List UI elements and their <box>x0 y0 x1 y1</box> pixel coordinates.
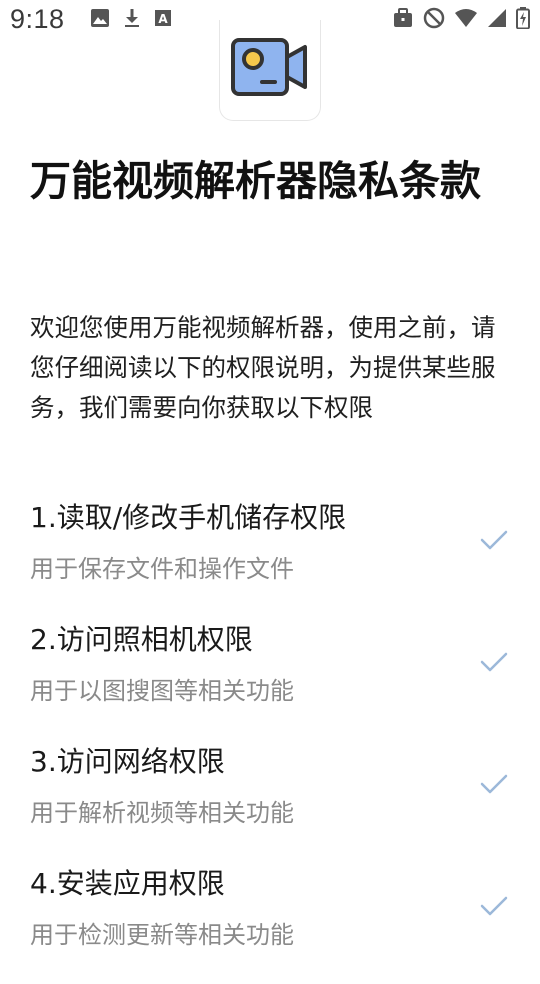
app-logo <box>219 20 321 121</box>
image-icon <box>90 8 110 32</box>
permission-desc: 用于解析视频等相关功能 <box>30 799 294 827</box>
page-title: 万能视频解析器隐私条款 <box>30 157 481 205</box>
video-camera-icon <box>230 35 310 105</box>
battery-icon <box>516 7 530 33</box>
permission-desc: 用于以图搜图等相关功能 <box>30 677 294 705</box>
permission-item-camera: 2.访问照相机权限 用于以图搜图等相关功能 <box>0 618 540 740</box>
permission-item-install: 4.安装应用权限 用于检测更新等相关功能 <box>0 862 540 984</box>
font-icon: A <box>154 9 172 31</box>
status-time: 9:18 <box>10 4 65 34</box>
status-system-icons <box>392 7 530 33</box>
intro-text: 欢迎您使用万能视频解析器，使用之前，请您仔细阅读以下的权限说明，为提供某些服务，… <box>30 313 496 422</box>
svg-text:A: A <box>158 12 168 26</box>
check-icon <box>479 528 509 552</box>
wifi-icon <box>454 8 478 32</box>
no-signal-icon <box>422 7 446 33</box>
permission-desc: 用于保存文件和操作文件 <box>30 555 294 583</box>
permission-item-network: 3.访问网络权限 用于解析视频等相关功能 <box>0 740 540 862</box>
permission-title: 1.读取/修改手机储存权限 <box>30 501 347 534</box>
check-icon <box>479 772 509 796</box>
permission-title: 3.访问网络权限 <box>30 745 225 778</box>
status-notification-icons: A <box>90 8 172 32</box>
permission-item-storage: 1.读取/修改手机储存权限 用于保存文件和操作文件 <box>0 496 540 618</box>
permission-title: 4.安装应用权限 <box>30 867 225 900</box>
permission-title: 2.访问照相机权限 <box>30 623 253 656</box>
check-icon <box>479 894 509 918</box>
check-icon <box>479 650 509 674</box>
permission-list: 1.读取/修改手机储存权限 用于保存文件和操作文件 2.访问照相机权限 用于以图… <box>0 496 540 984</box>
signal-icon <box>486 8 508 32</box>
permission-desc: 用于检测更新等相关功能 <box>30 921 294 949</box>
briefcase-icon <box>392 8 414 32</box>
download-icon <box>122 8 142 32</box>
